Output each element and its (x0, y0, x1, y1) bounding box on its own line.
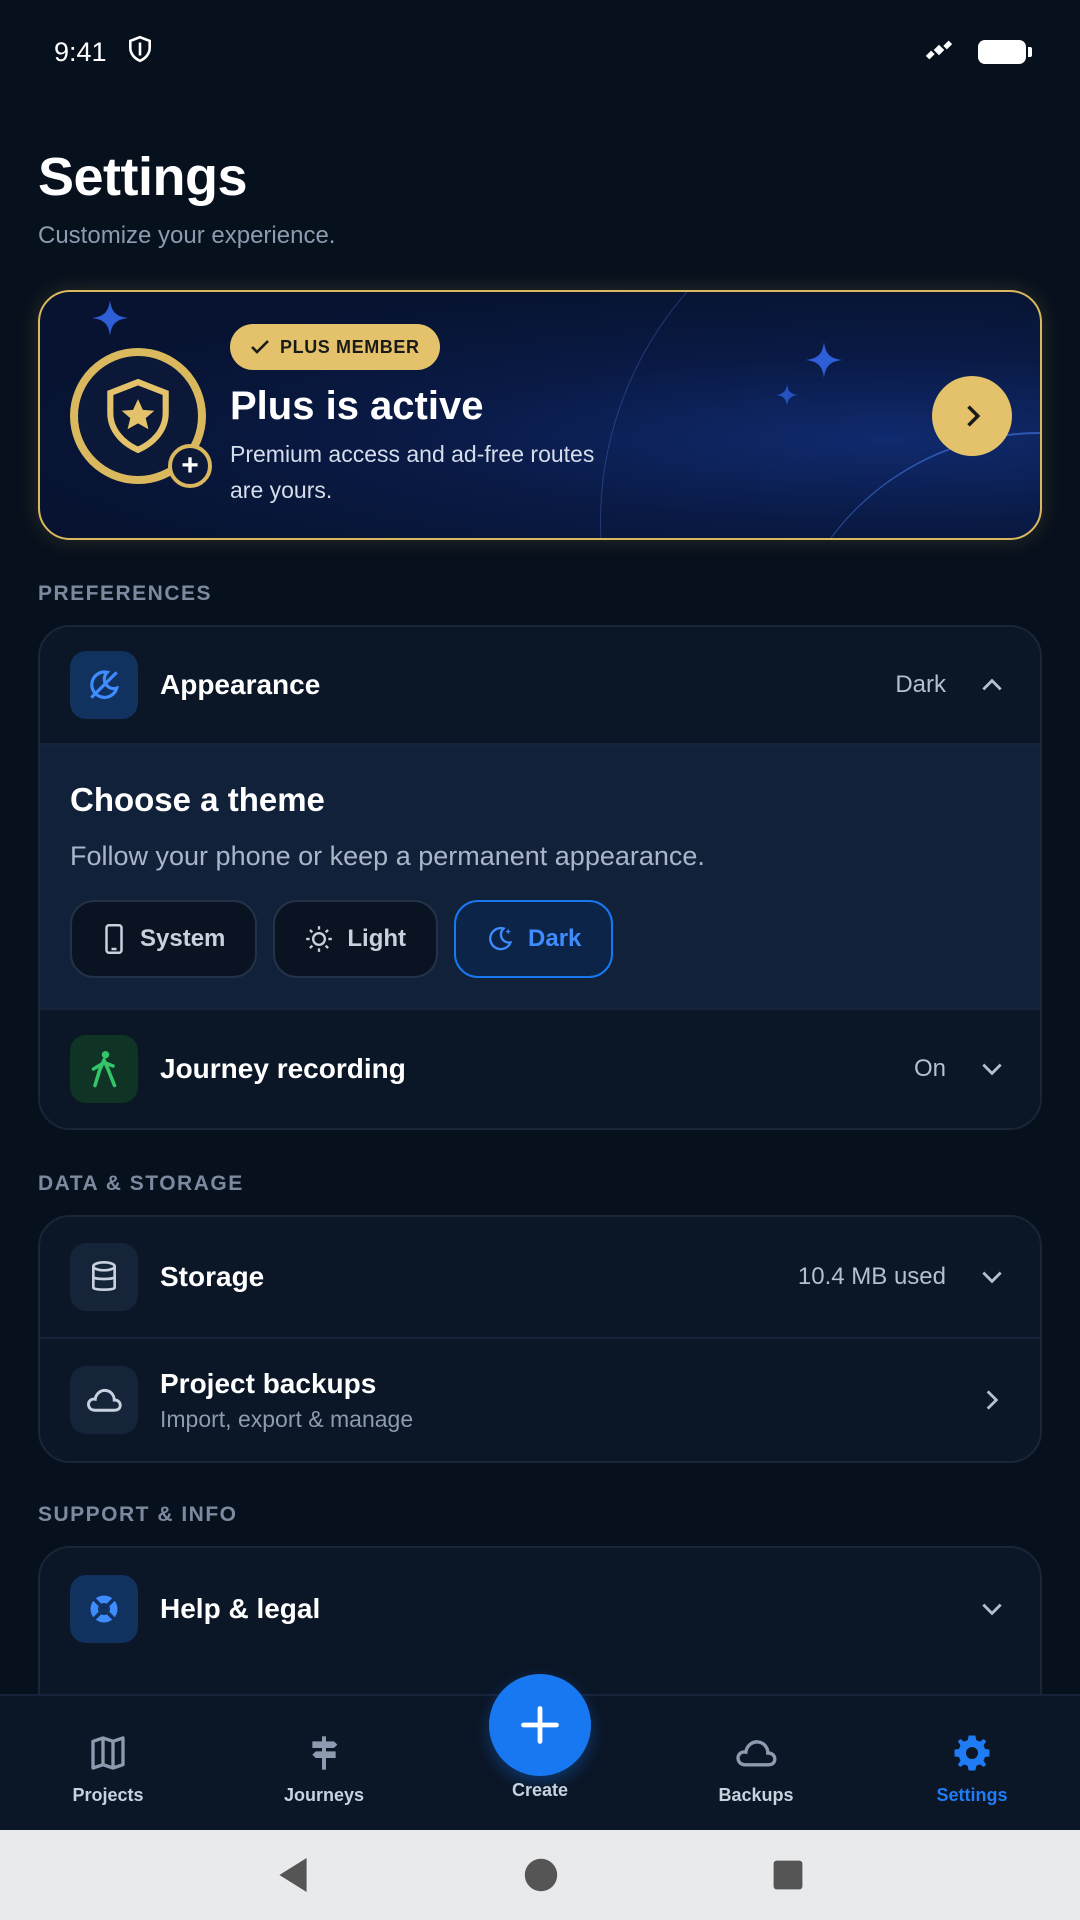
plus-badge-emblem: + (70, 348, 212, 488)
theme-option-light[interactable]: Light (273, 900, 439, 978)
project-backups-text: Project backups Import, export & manage (160, 1368, 974, 1433)
help-legal-label: Help & legal (160, 1593, 321, 1624)
theme-option-system[interactable]: System (70, 900, 258, 978)
theme-options: System Light Dark (70, 900, 1010, 978)
appearance-label: Appearance (160, 669, 321, 700)
theme-option-label: Light (347, 925, 407, 952)
nav-projects-label: Projects (72, 1785, 144, 1805)
moon-icon (489, 926, 513, 951)
nav-settings[interactable]: Settings (882, 1733, 1062, 1806)
back-icon[interactable] (276, 1856, 310, 1894)
nav-settings-label: Settings (936, 1785, 1008, 1805)
theme-panel: Choose a theme Follow your phone or keep… (40, 745, 1040, 1010)
nav-projects[interactable]: Projects (18, 1733, 198, 1806)
cloud-icon (70, 1366, 138, 1434)
nav-backups-label: Backups (718, 1785, 794, 1805)
data-storage-group: Storage 10.4 MB used Project backups Imp… (38, 1215, 1042, 1463)
chevron-down-icon (974, 1591, 1010, 1627)
create-label: Create (511, 1780, 569, 1800)
plus-description: Premium access and ad-free routes are yo… (230, 441, 595, 503)
satellite-icon (924, 35, 954, 70)
signpost-icon (312, 1736, 338, 1770)
storage-row[interactable]: Storage 10.4 MB used (40, 1217, 1040, 1339)
system-navigation-bar (0, 1830, 1080, 1920)
sparkle-icon (806, 342, 842, 378)
chevron-right-icon (974, 1382, 1010, 1418)
chevron-down-icon (974, 1259, 1010, 1295)
recents-icon[interactable] (772, 1859, 804, 1891)
status-time: 9:41 (54, 36, 107, 67)
nav-journeys[interactable]: Journeys (234, 1733, 414, 1806)
preferences-group: Appearance Dark Choose a theme Follow yo… (38, 625, 1042, 1130)
project-backups-row[interactable]: Project backups Import, export & manage (40, 1339, 1040, 1461)
shield-icon (127, 35, 153, 70)
section-label-support-info: SUPPORT & INFO (38, 1503, 238, 1526)
section-label-preferences: PREFERENCES (38, 582, 213, 605)
plus-member-label: PLUS MEMBER (280, 336, 420, 357)
database-icon (70, 1243, 138, 1311)
create-button[interactable] (489, 1674, 591, 1776)
plus-member-badge: PLUS MEMBER (230, 324, 440, 370)
plus-title: Plus is active (230, 384, 484, 428)
walking-icon (70, 1035, 138, 1103)
nav-journeys-label: Journeys (283, 1785, 365, 1805)
storage-value: 10.4 MB used (797, 1263, 946, 1290)
sparkle-icon (92, 300, 128, 336)
plus-membership-card[interactable]: + PLUS MEMBER Plus is active Premium acc… (38, 290, 1042, 540)
journey-recording-value: On (913, 1055, 946, 1082)
page-title: Settings (38, 147, 248, 207)
status-bar: 9:41 (0, 0, 1080, 104)
map-icon (91, 1736, 125, 1770)
storage-label: Storage (160, 1261, 265, 1292)
check-icon (251, 340, 269, 354)
chevron-up-icon (974, 667, 1010, 703)
appearance-value: Dark (895, 671, 946, 698)
sun-icon (306, 926, 333, 952)
home-icon[interactable] (523, 1857, 559, 1893)
theme-option-label: System (140, 925, 226, 952)
sparkle-icon (776, 384, 798, 406)
chevron-down-icon (974, 1051, 1010, 1087)
lifebuoy-icon (70, 1575, 138, 1643)
page-header: Settings Customize your experience. (38, 146, 335, 250)
theme-description: Follow your phone or keep a permanent ap… (70, 841, 705, 871)
theme-option-dark[interactable]: Dark (454, 900, 614, 978)
theme-option-label: Dark (528, 925, 582, 952)
phone-icon (105, 924, 123, 954)
section-label-data-storage: DATA & STORAGE (38, 1172, 244, 1195)
battery-icon (978, 40, 1032, 64)
project-backups-subtitle: Import, export & manage (160, 1405, 414, 1432)
help-legal-row[interactable]: Help & legal (40, 1548, 1040, 1670)
gear-icon (954, 1735, 990, 1771)
project-backups-label: Project backups (160, 1367, 377, 1399)
journey-recording-label: Journey recording (160, 1053, 406, 1084)
shield-star-icon (107, 378, 169, 454)
cloud-icon (736, 1740, 777, 1767)
chevron-right-icon (967, 405, 981, 427)
plus-details-button[interactable] (932, 376, 1012, 456)
journey-recording-row[interactable]: Journey recording On (40, 1010, 1040, 1128)
appearance-row[interactable]: Appearance Dark (40, 627, 1040, 745)
plus-icon (521, 1706, 559, 1744)
theme-title: Choose a theme (70, 781, 325, 818)
appearance-icon (70, 651, 138, 719)
nav-backups[interactable]: Backups (666, 1733, 846, 1806)
page-subtitle: Customize your experience. (38, 222, 336, 249)
plus-icon: + (168, 444, 212, 488)
